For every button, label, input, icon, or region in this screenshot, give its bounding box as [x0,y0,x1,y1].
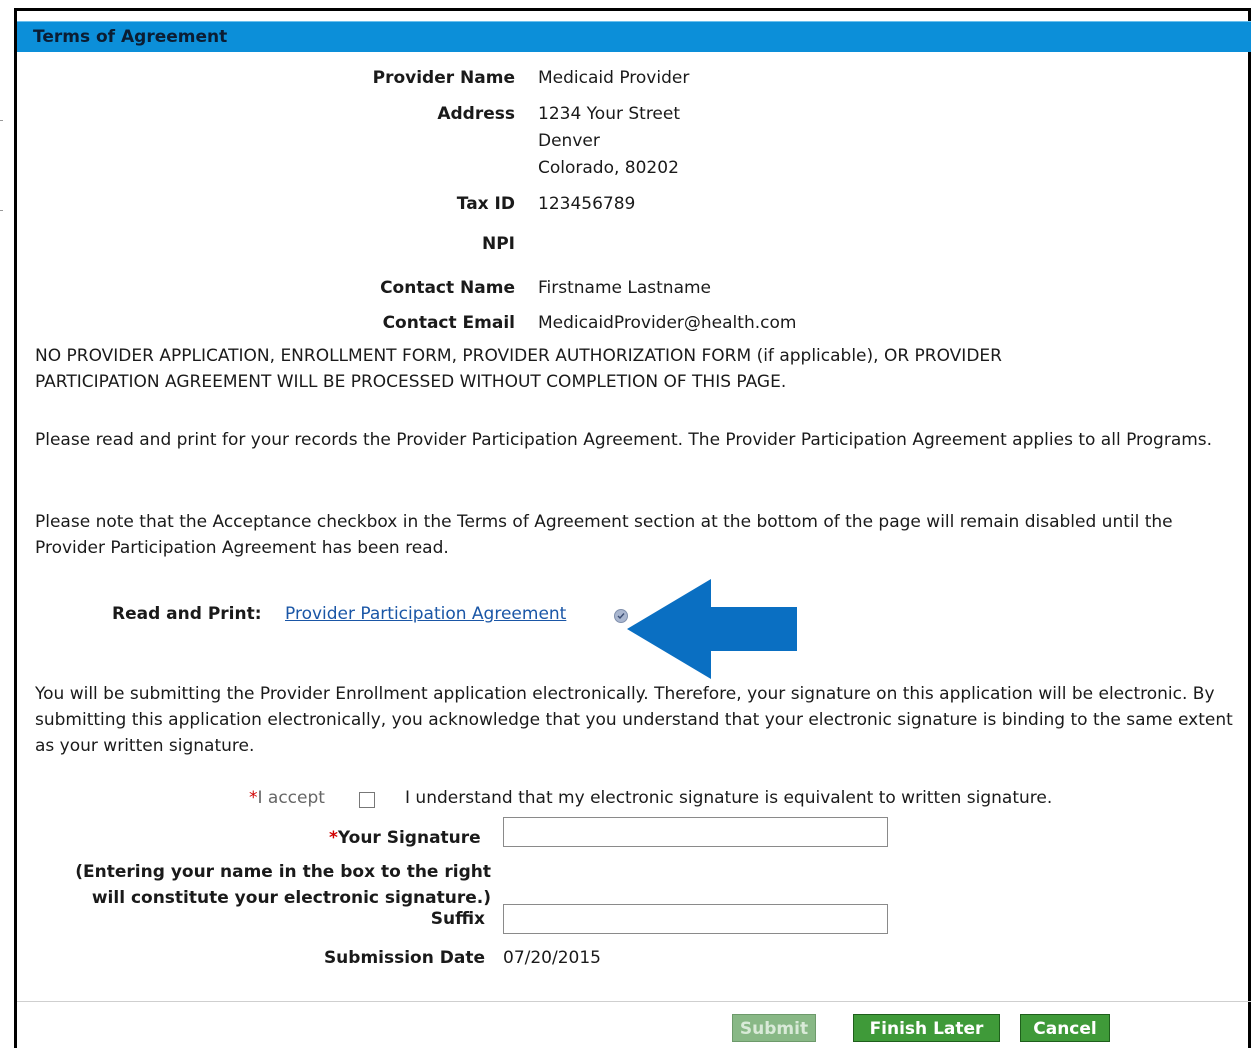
address-line-2: Denver [538,131,600,151]
tax-id-label: Tax ID [456,194,515,214]
provider-name-label: Provider Name [372,68,515,88]
contact-email-value: MedicaidProvider@health.com [538,313,797,333]
submission-date-value: 07/20/2015 [503,948,601,968]
submission-date-label: Submission Date [323,948,485,968]
read-print-notice: Please read and print for your records t… [35,430,1213,450]
required-marker: * [329,828,338,848]
npi-label: NPI [481,234,515,254]
address-label: Address [437,104,515,124]
read-print-label: Read and Print: [112,604,262,624]
signature-note: (Entering your name in the box to the ri… [75,862,491,908]
accept-label-text: I accept [257,788,325,808]
address-line-1: 1234 Your Street [538,104,681,124]
footer-divider [17,1001,1251,1002]
terms-panel: Terms of Agreement Provider Name Medicai… [14,8,1251,1048]
suffix-label: Suffix [430,909,485,929]
electronic-signature-notice: You will be submitting the Provider Enro… [35,684,1233,756]
section-header: Terms of Agreement [17,21,1251,52]
contact-name-value: Firstname Lastname [538,278,712,298]
tax-id-value: 123456789 [538,194,636,214]
cancel-button[interactable]: Cancel [1020,1014,1110,1042]
suffix-input[interactable] [503,904,888,934]
address-line-3: Colorado, 80202 [538,158,679,178]
page-edge-tick [0,210,3,211]
processing-warning: NO PROVIDER APPLICATION, ENROLLMENT FORM… [35,346,1002,392]
signature-label-text: Your Signature [337,828,481,848]
accept-statement: I understand that my electronic signatur… [405,788,1053,808]
section-title: Terms of Agreement [33,27,228,47]
contact-name-label: Contact Name [380,278,515,298]
signature-input[interactable] [503,817,888,847]
contact-email-label: Contact Email [382,313,515,333]
accept-checkbox[interactable] [359,792,375,808]
provider-name-value: Medicaid Provider [538,68,690,88]
check-circle-icon [614,609,628,623]
signature-label: *Your Signature [329,828,481,848]
pointer-arrow-icon [627,579,797,679]
accept-label: *I accept [249,788,325,808]
page-edge-tick [0,120,3,121]
finish-later-button[interactable]: Finish Later [853,1014,1000,1042]
provider-participation-agreement-link[interactable]: Provider Participation Agreement [285,604,566,624]
submit-button[interactable]: Submit [732,1014,816,1042]
checkbox-notice: Please note that the Acceptance checkbox… [35,512,1173,558]
required-marker: * [249,788,258,808]
